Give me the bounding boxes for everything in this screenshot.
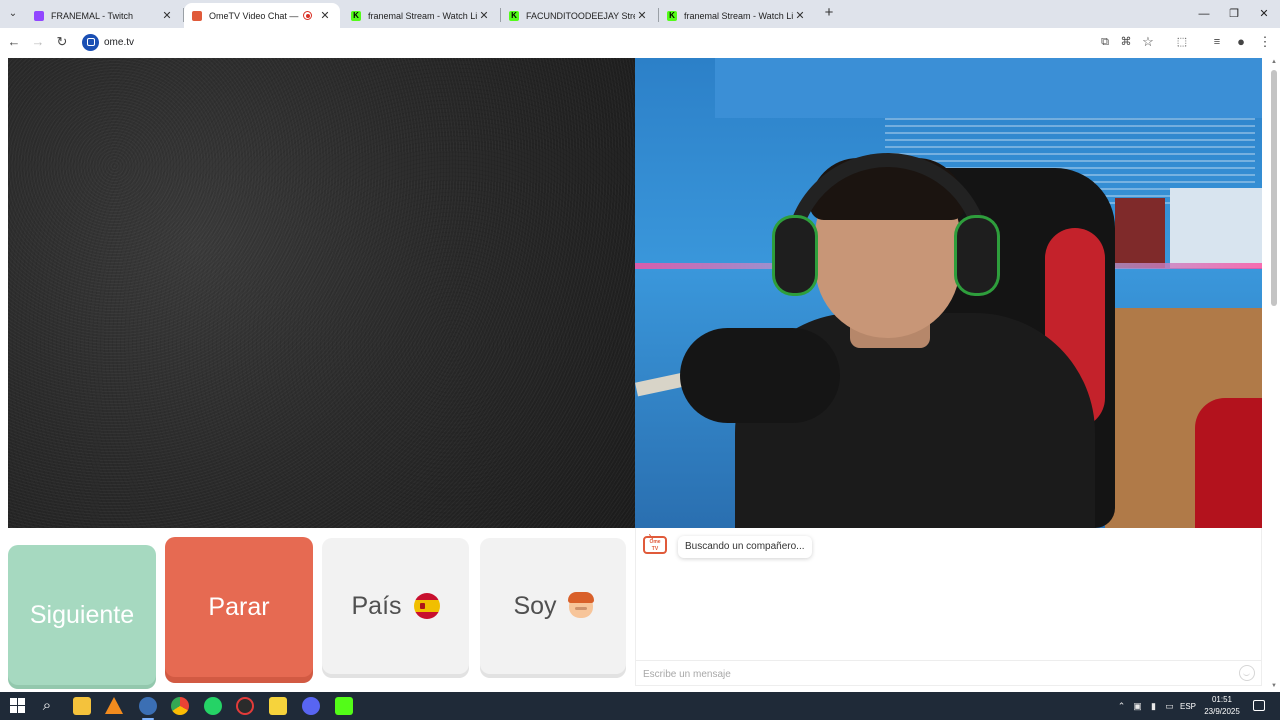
message-input[interactable] [643, 664, 1223, 684]
gender-button-label: Soy [513, 591, 557, 620]
kick-icon: K [509, 10, 519, 21]
microphone [680, 328, 840, 423]
scroll-thumb[interactable] [1271, 70, 1277, 306]
folder-icon[interactable] [269, 697, 287, 715]
close-tab-icon[interactable]: ✕ [160, 9, 174, 22]
new-tab-button[interactable]: + [821, 5, 837, 21]
tray-overflow-icon[interactable]: ⌃ [1116, 701, 1127, 711]
wall-banner [715, 58, 1262, 118]
tab-kick-franemal[interactable]: K franemal Stream - Watch Live o ✕ [343, 3, 499, 28]
red-cloth [1195, 398, 1262, 528]
site-info-icon[interactable] [82, 33, 99, 51]
translate-icon[interactable]: ⌘ [1118, 34, 1134, 50]
tab-kick-franemal-2[interactable]: K franemal Stream - Watch Live o ✕ [659, 3, 815, 28]
minimize-button[interactable]: — [1189, 4, 1219, 24]
close-tab-icon[interactable]: ✕ [318, 9, 332, 22]
tab-title: OmeTV Video Chat — Ome [209, 10, 299, 21]
reload-button[interactable]: ↻ [54, 34, 70, 50]
tab-title: franemal Stream - Watch Live o [368, 10, 477, 21]
clock-time[interactable]: 01:51 [1204, 695, 1240, 704]
network-icon[interactable]: ▭ [1164, 701, 1175, 711]
headphone-earcup [957, 218, 997, 293]
tab-kick-facundito[interactable]: K FACUNDITOODEEJAY Stream - W ✕ [501, 3, 657, 28]
vlc-icon[interactable] [105, 697, 123, 714]
ometv-page: Siguiente Parar País Soy Ome TV Buscando … [0, 56, 1280, 692]
maximize-button[interactable]: ❐ [1219, 4, 1249, 24]
close-window-button[interactable]: ✕ [1249, 4, 1279, 24]
tray-app-icon[interactable]: ▣ [1132, 701, 1143, 711]
extensions-icon[interactable]: ⬚ [1174, 34, 1190, 50]
whatsapp-icon[interactable] [204, 697, 222, 715]
kick-app-icon[interactable] [335, 697, 353, 715]
ometv-logo-icon: Ome TV [643, 536, 667, 554]
clock-date[interactable]: 23/9/2025 [1202, 707, 1242, 716]
emoji-icon[interactable] [1239, 665, 1255, 681]
chat-status-message: Buscando un compañero... [678, 536, 812, 558]
address-bar[interactable]: ome.tv [82, 31, 1082, 53]
boy-emoji-icon [567, 592, 594, 618]
wall-poster [1170, 188, 1262, 268]
scroll-up-icon[interactable]: ▲ [1270, 58, 1278, 66]
tab-title: franemal Stream - Watch Live o [684, 10, 793, 21]
ometv-icon [192, 10, 202, 21]
microphone-tray-icon[interactable]: ▮ [1148, 701, 1159, 711]
stop-button[interactable]: Parar [165, 537, 313, 677]
address-url: ome.tv [104, 36, 135, 48]
chat-panel: Ome TV Buscando un compañero... [635, 528, 1262, 686]
windows-taskbar: ⌕ ⌃ ▣ ▮ ▭ ESP 01:51 23/9/2025 [0, 692, 1280, 720]
cast-icon[interactable]: ⧉ [1097, 34, 1113, 50]
back-button[interactable]: ← [6, 34, 22, 50]
gender-filter-button[interactable]: Soy [480, 538, 626, 674]
next-button-label: Siguiente [29, 600, 135, 629]
country-filter-button[interactable]: País [322, 538, 469, 674]
close-tab-icon[interactable]: ✕ [793, 9, 807, 22]
windows-start-icon[interactable] [9, 697, 27, 715]
menu-kebab-icon[interactable]: ⋮ [1257, 34, 1273, 50]
close-tab-icon[interactable]: ✕ [635, 9, 649, 22]
recorder-app-icon[interactable] [236, 697, 254, 715]
tab-title: FRANEMAL - Twitch [51, 10, 134, 21]
chat-divider [636, 660, 1261, 661]
spain-flag-icon [413, 593, 440, 619]
forward-button[interactable]: → [30, 34, 46, 50]
tab-search-button[interactable]: ⌄ [4, 5, 22, 23]
country-button-label: País [351, 591, 402, 620]
page-scrollbar[interactable]: ▲ ▼ [1270, 58, 1278, 690]
search-icon[interactable]: ⌕ [38, 697, 56, 715]
chrome-icon[interactable] [171, 697, 189, 715]
scroll-down-icon[interactable]: ▼ [1270, 682, 1278, 690]
input-language[interactable]: ESP [1180, 702, 1196, 711]
twitch-icon [34, 10, 44, 21]
kick-icon: K [351, 10, 361, 21]
notifications-icon[interactable] [1253, 700, 1265, 711]
headphone-earcup [775, 218, 815, 293]
kick-icon: K [667, 10, 677, 21]
wall-poster [1115, 198, 1165, 268]
close-tab-icon[interactable]: ✕ [477, 9, 491, 22]
chrome-alt-profile-icon[interactable] [302, 697, 320, 715]
tab-strip: ⌄ FRANEMAL - Twitch ✕ OmeTV Video Chat —… [0, 0, 1280, 28]
tab-title: FACUNDITOODEEJAY Stream - W [526, 10, 635, 21]
self-video [635, 58, 1262, 528]
next-button[interactable]: Siguiente [8, 545, 156, 685]
tab-ometv[interactable]: OmeTV Video Chat — Ome ✕ [184, 3, 340, 28]
chrome-profile-icon[interactable] [139, 697, 157, 715]
bookmark-star-icon[interactable]: ☆ [1140, 34, 1156, 50]
stop-button-label: Parar [208, 592, 270, 621]
profile-avatar-icon[interactable]: ● [1233, 34, 1249, 50]
partner-video [8, 58, 635, 528]
tab-twitch[interactable]: FRANEMAL - Twitch ✕ [26, 3, 182, 28]
file-explorer-icon[interactable] [73, 697, 91, 715]
recording-icon [303, 11, 312, 20]
media-control-icon[interactable]: ≡ [1209, 34, 1225, 50]
